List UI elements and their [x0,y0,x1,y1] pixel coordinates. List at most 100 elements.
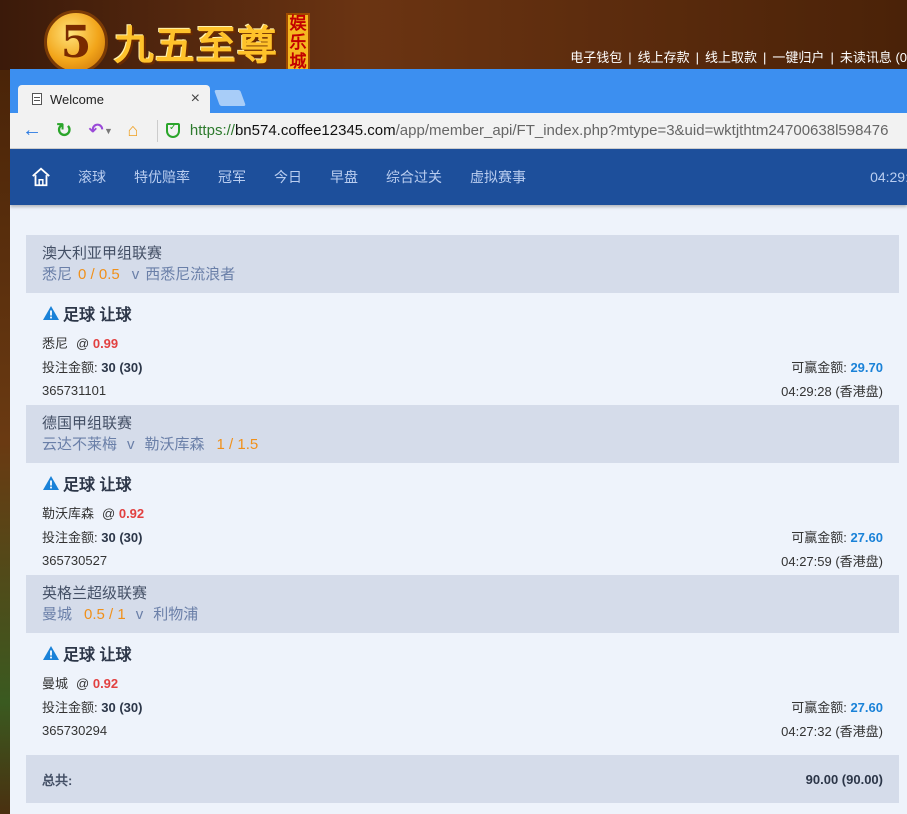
new-tab-button[interactable] [214,90,246,106]
site-logo[interactable]: 5 九五至尊 娱 乐 城 [44,10,310,74]
away-team: 利物浦 [153,606,199,623]
nav-parlay[interactable]: 综合过关 [386,167,442,187]
link-deposit[interactable]: 线上存款 [638,50,690,65]
selection: 悉尼 [42,336,69,351]
close-icon[interactable]: × [191,90,200,108]
league-name: 英格兰超级联赛 [42,585,148,602]
odds: 0.92 [92,676,119,691]
handicap: 0.5 / 1 [84,606,126,623]
win-label: 可赢金额: [791,699,847,715]
bet-type-label: 足球 让球 [63,307,132,324]
stake-label: 投注金额: [42,359,98,375]
ticket-id: 365730527 [42,552,108,568]
match-line: 曼城 0.5 / 1 v 利物浦 [42,604,883,626]
logo-emblem: 5 [44,10,108,74]
vs-label: v [131,266,140,283]
win-label: 可赢金额: [791,359,847,375]
bet-time: 04:27:32 (香港盘) [781,723,883,739]
bet-type: 足球 让球 [42,302,883,324]
stake-value: 30 (30) [101,699,143,715]
url-host: bn574.coffee12345.com [234,122,396,139]
stake-row: 投注金额: 30 (30) 可赢金额: 29.70 [42,354,883,378]
win-info: 可赢金额: 27.60 [791,527,883,546]
logo-text: 九五至尊 [114,22,278,69]
link-e-wallet[interactable]: 电子钱包 [570,50,622,65]
stake-info: 投注金额: 30 (30) [42,527,142,546]
ticket-row: 365731101 04:29:28 (香港盘) [42,378,883,402]
league-header: 英格兰超级联赛 曼城 0.5 / 1 v 利物浦 [26,575,899,633]
odds: 0.92 [118,506,145,521]
tab-title: Welcome [50,91,104,107]
link-separator: | [695,50,700,65]
link-unread-messages[interactable]: 未读讯息 (0 [840,50,907,65]
logo-tag: 娱 乐 城 [286,13,310,71]
vs-label: v [135,606,144,623]
back-arrow-icon[interactable]: ← [18,119,46,142]
bet-ticket: 足球 让球 曼城 @ 0.92 投注金额: 30 (30) 可赢金额: 27.60… [26,633,899,745]
nav-virtual[interactable]: 虚拟赛事 [470,167,526,187]
stake-row: 投注金额: 30 (30) 可赢金额: 27.60 [42,694,883,718]
clock: 04:29: [870,169,907,185]
divider [156,119,158,142]
total-label: 总共: [42,772,73,788]
nav-special-odds[interactable]: 特优赔率 [134,167,190,187]
address-bar: ← ↻ ↶ ▼ ⌂ https://bn574.coffee12345.com/… [10,113,907,149]
home-team: 悉尼 [42,266,73,283]
url-scheme: https:// [189,122,235,139]
bet-time: 04:27:59 (香港盘) [781,553,883,569]
top-links: 电子钱包 | 线上存款 | 线上取款 | 一键归户 | 未读讯息 (0 [570,47,907,66]
url-field[interactable]: https://bn574.coffee12345.com/app/member… [190,122,889,139]
home-icon[interactable] [30,166,52,188]
vs-label: v [127,436,135,453]
link-consolidate[interactable]: 一键归户 [772,50,824,65]
bet-list: 澳大利亚甲组联赛 悉尼 0 / 0.5 v 西悉尼流浪者 足球 让球 悉尼 @ 0.99… [10,205,907,803]
league-name: 澳大利亚甲组联赛 [42,245,163,262]
link-separator: | [628,50,632,65]
link-withdraw[interactable]: 线上取款 [705,50,757,65]
stake-value: 30 (30) [101,359,143,375]
nav-early[interactable]: 早盘 [330,167,358,187]
home-team: 云达不莱梅 [42,436,118,453]
selection-line: 曼城 @ 0.92 [42,673,883,691]
stake-label: 投注金额: [42,699,98,715]
total-row: 总共: 90.00 (90.00) [26,755,899,803]
bet-type-label: 足球 让球 [63,647,132,664]
tab-strip: Welcome × [10,69,907,113]
url-path: /app/member_api/FT_index.php?mtype=3&uid… [395,122,889,139]
selection-line: 悉尼 @ 0.99 [42,333,883,351]
league-name: 德国甲组联赛 [42,415,133,432]
away-team: 勒沃库森 [144,436,205,453]
home-icon[interactable]: ⌂ [119,120,147,141]
bet-time: 04:29:28 (香港盘) [781,383,883,399]
logo-tag-char: 城 [289,51,307,71]
bet-ticket: 足球 让球 悉尼 @ 0.99 投注金额: 30 (30) 可赢金额: 29.70… [26,293,899,405]
stake-info: 投注金额: 30 (30) [42,357,142,376]
win-value: 27.60 [850,699,883,715]
away-team: 西悉尼流浪者 [145,266,236,283]
selection: 勒沃库森 [42,506,95,521]
stake-value: 30 (30) [101,529,143,545]
stake-row: 投注金额: 30 (30) 可赢金额: 27.60 [42,524,883,548]
nav-live[interactable]: 滚球 [78,167,106,187]
nav-outright[interactable]: 冠军 [218,167,246,187]
link-separator: | [830,50,834,65]
nav-today[interactable]: 今日 [274,167,302,187]
chevron-down-icon[interactable]: ▼ [104,126,113,136]
ticket-id: 365731101 [42,382,107,398]
warning-icon [43,306,59,320]
warning-icon [43,476,59,490]
handicap: 0 / 0.5 [78,266,120,283]
ticket-row: 365730294 04:27:32 (香港盘) [42,718,883,742]
site-header: 5 九五至尊 娱 乐 城 电子钱包 | 线上存款 | 线上取款 | 一键归户 | 未读讯息 (0 [0,0,907,74]
sports-nav: 滚球 特优赔率 冠军 今日 早盘 综合过关 虚拟赛事 04:29: [10,149,907,205]
win-label: 可赢金额: [791,529,847,545]
home-team: 曼城 [42,606,73,623]
shield-icon[interactable] [165,122,180,138]
browser-tab-welcome[interactable]: Welcome × [18,85,210,113]
total-value: 90.00 (90.00) [805,771,883,787]
match-line: 悉尼 0 / 0.5 v 西悉尼流浪者 [42,264,883,286]
reload-icon[interactable]: ↻ [50,118,78,143]
ticket-row: 365730527 04:27:59 (香港盘) [42,548,883,572]
win-info: 可赢金额: 27.60 [791,697,883,716]
match-line: 云达不莱梅 v 勒沃库森 1 / 1.5 [42,434,883,456]
